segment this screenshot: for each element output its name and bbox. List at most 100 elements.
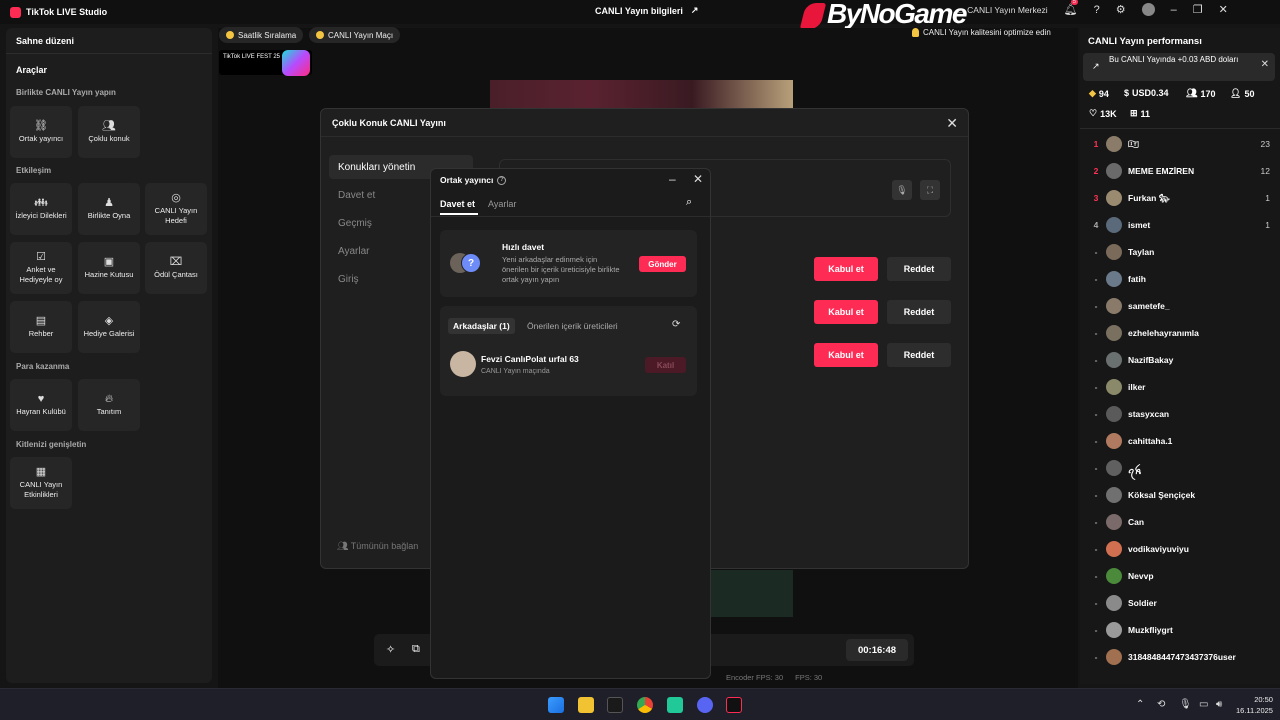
hourly-ranking-chip[interactable]: Saatlik Sıralama: [219, 27, 304, 43]
close-icon[interactable]: ✕: [1261, 60, 1269, 70]
guide-tile[interactable]: ▤ Rehber: [10, 301, 72, 353]
live-events-tile[interactable]: ▦ CANLI Yayın Etkinlikleri: [10, 457, 72, 509]
leaderboard-row[interactable]: - stasyxcan: [1080, 404, 1280, 424]
row-score: 1: [1265, 220, 1270, 230]
live-center-button[interactable]: ⌂ CANLI Yayın Merkezi: [958, 5, 1048, 15]
fan-club-tile[interactable]: ♥ Hayran Kulübü: [10, 379, 72, 431]
volume-icon[interactable]: 🔊︎: [1216, 699, 1222, 710]
discord-icon[interactable]: [697, 697, 713, 713]
scene-layout-heading[interactable]: Sahne düzeni: [16, 36, 74, 46]
settings-gear-icon[interactable]: ⚙: [1116, 3, 1126, 16]
row-rank: 4: [1093, 220, 1099, 230]
promote-tile[interactable]: 🔥︎ Tanıtım: [78, 379, 140, 431]
subtab-friends[interactable]: Arkadaşlar (1): [448, 318, 515, 334]
invite-button[interactable]: Katıl: [645, 357, 686, 373]
viewer-requests-tile[interactable]: 👪︎ İzleyici Dilekleri: [10, 183, 72, 235]
mic-icon[interactable]: 🎙︎: [892, 180, 912, 200]
tab-settings[interactable]: Ayarlar: [488, 199, 516, 209]
display-icon[interactable]: ▭: [1199, 699, 1208, 710]
start-icon[interactable]: [548, 697, 564, 713]
profile-avatar[interactable]: [1141, 3, 1155, 16]
live-match-chip[interactable]: CANLI Yayın Maçı: [309, 27, 401, 43]
leaderboard-row[interactable]: - Köksal Şençiçek: [1080, 485, 1280, 505]
close-icon[interactable]: ✕: [1219, 3, 1228, 16]
leaderboard-row[interactable]: - Nevvp: [1080, 566, 1280, 586]
row-name: Köksal Şençiçek: [1128, 490, 1196, 500]
close-icon[interactable]: ✕: [693, 172, 703, 186]
live-info-button[interactable]: CANLI Yayın bilgileri ↗: [595, 5, 698, 16]
leaderboard-row[interactable]: - sametefe_: [1080, 296, 1280, 316]
leaderboard-row[interactable]: - Muzkfliygrt: [1080, 620, 1280, 640]
connect-all-label: Tümünün bağlan: [350, 541, 419, 551]
leaderboard-row[interactable]: 4 ismet 1: [1080, 215, 1280, 235]
clock[interactable]: 20:50 16.11.2025: [1236, 694, 1273, 716]
connect-all-button[interactable]: 👥︎ Tümünün bağlan: [337, 541, 418, 552]
live-goal-tile[interactable]: ◎ CANLI Yayın Hedefi: [145, 183, 207, 235]
live-fest-label: TikTok LIVE FEST 25: [223, 54, 281, 60]
app-icon[interactable]: [667, 697, 683, 713]
tiktok-studio-icon[interactable]: [726, 697, 742, 713]
fullscreen-icon[interactable]: ⛶: [920, 180, 940, 200]
file-explorer-icon[interactable]: [578, 697, 594, 713]
reject-button[interactable]: Reddet: [887, 300, 951, 324]
reject-button[interactable]: Reddet: [887, 343, 951, 367]
leaderboard-row[interactable]: - fatih: [1080, 269, 1280, 289]
leaderboard-row[interactable]: - Can: [1080, 512, 1280, 532]
modal-close-icon[interactable]: ✕: [946, 115, 958, 132]
leaderboard-row[interactable]: 2 MEME EMZİREN 12: [1080, 161, 1280, 181]
terminal-icon[interactable]: [607, 697, 623, 713]
accept-button[interactable]: Kabul et: [814, 257, 878, 281]
tab-invite[interactable]: Davet et: [440, 199, 475, 209]
users-icon: 👥︎: [102, 119, 116, 132]
divider: [431, 216, 710, 217]
cohost-tile[interactable]: ⛓ Ortak yayıncı: [10, 106, 72, 158]
chrome-icon[interactable]: [637, 697, 653, 713]
stat-viewers: 👥︎ 170: [1186, 88, 1215, 99]
avatar: [1106, 433, 1122, 449]
bell-icon[interactable]: 🔔︎ 5: [1064, 0, 1078, 16]
leaderboard-row[interactable]: - NazifBakay: [1080, 350, 1280, 370]
leaderboard-row[interactable]: - ezhelehayranımla: [1080, 323, 1280, 343]
subtab-suggested[interactable]: Önerilen içerik üreticileri: [522, 318, 623, 334]
play-together-tile[interactable]: ♟ Birlikte Oyna: [78, 183, 140, 235]
reward-bag-tile[interactable]: ⌧ Ödül Çantası: [145, 242, 207, 294]
accept-button[interactable]: Kabul et: [814, 343, 878, 367]
leaderboard-row[interactable]: - Taylan: [1080, 242, 1280, 262]
mic-icon[interactable]: 🎙︎: [1179, 699, 1192, 710]
row-name: fatih: [1128, 274, 1146, 284]
maximize-icon[interactable]: ❐: [1193, 3, 1203, 16]
help-icon[interactable]: ?: [497, 175, 507, 185]
leaderboard-row[interactable]: - 3184848447473437376⁨user: [1080, 647, 1280, 667]
leaderboard-row[interactable]: - ilker: [1080, 377, 1280, 397]
clock-date: 16.11.2025: [1236, 706, 1273, 715]
leaderboard-row[interactable]: - ꪖꫝ: [1080, 458, 1280, 478]
help-icon[interactable]: ?: [1094, 4, 1100, 16]
row-name: ilker: [1128, 382, 1146, 392]
reject-button[interactable]: Reddet: [887, 257, 951, 281]
screen-icon[interactable]: ⧉: [412, 643, 420, 656]
live-fest-banner[interactable]: TikTok LIVE FEST 25: [219, 50, 312, 76]
poll-tile[interactable]: ☑ Anket ve Hediyeyle oy: [10, 242, 72, 294]
gift-gallery-tile[interactable]: ◈ Hediye Galerisi: [78, 301, 140, 353]
leaderboard-row[interactable]: 1 🇮🇹 23: [1080, 134, 1280, 154]
section-audience: Kitlenizi genişletin: [16, 440, 87, 449]
share-icon[interactable]: ↗: [691, 5, 699, 16]
magic-wand-icon[interactable]: ✧: [386, 643, 395, 656]
leaderboard-row[interactable]: - Soldier: [1080, 593, 1280, 613]
chevron-up-icon[interactable]: ⌃: [1136, 699, 1144, 710]
refresh-icon[interactable]: ⟳: [672, 319, 680, 330]
accept-button[interactable]: Kabul et: [814, 300, 878, 324]
minimize-icon[interactable]: –: [669, 172, 676, 186]
search-icon[interactable]: ⌕: [686, 196, 692, 209]
leaderboard-row[interactable]: - cahittaha.1: [1080, 431, 1280, 451]
leaderboard-row[interactable]: - vodikaviyuviyu: [1080, 539, 1280, 559]
minimize-icon[interactable]: –: [1171, 4, 1177, 16]
multi-guest-tile[interactable]: 👥︎ Çoklu konuk: [78, 106, 140, 158]
optimize-quality-hint[interactable]: CANLI Yayın kalitesini optimize edin: [912, 28, 1051, 37]
treasure-box-tile[interactable]: ▣ Hazine Kutusu: [78, 242, 140, 294]
link-icon: ⛓: [34, 119, 48, 132]
sync-icon[interactable]: ⟲: [1157, 699, 1165, 710]
dollar-icon: $: [1124, 88, 1130, 98]
leaderboard-row[interactable]: 3 Furkan 🐆 1: [1080, 188, 1280, 208]
send-button[interactable]: Gönder: [639, 256, 686, 272]
